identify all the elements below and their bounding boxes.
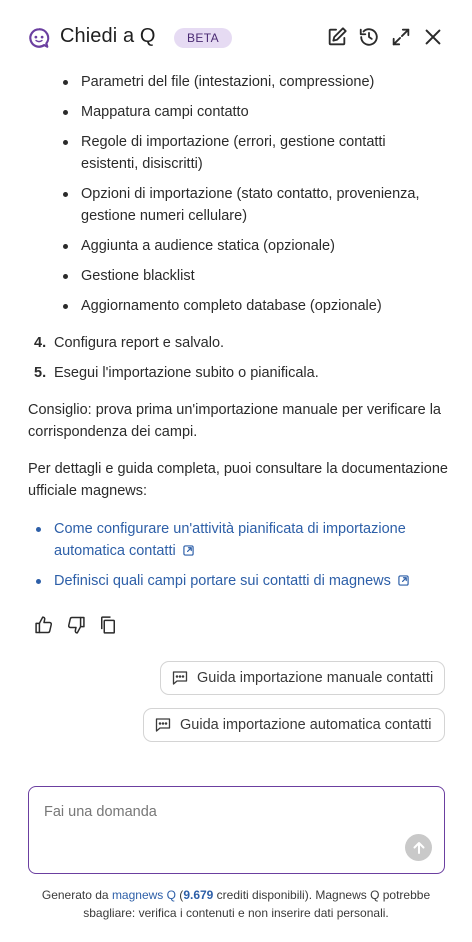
- chat-header: Chiedi a Q BETA: [0, 0, 472, 70]
- copy-button[interactable]: [98, 615, 118, 635]
- question-input[interactable]: [44, 804, 414, 844]
- list-item: Aggiunta a audience statica (opzionale): [81, 238, 335, 254]
- docs-intro-text: Per dettagli e guida completa, puoi cons…: [28, 461, 448, 499]
- chat-bubble-icon: [155, 718, 171, 732]
- external-link-icon: [183, 545, 194, 556]
- new-chat-icon: [328, 27, 347, 46]
- doc-link-automatic-import[interactable]: Come configurare un'attività pianificata…: [54, 518, 434, 562]
- tip-text: Consiglio: prova prima un'importazione m…: [28, 402, 441, 440]
- close-button[interactable]: [422, 26, 444, 48]
- arrow-up-icon: [413, 841, 424, 854]
- thumbs-down-button[interactable]: [66, 615, 86, 635]
- doc-link-label: Definisci quali campi portare sui contat…: [54, 573, 391, 589]
- question-input-box[interactable]: [28, 786, 445, 874]
- step-item: 4. Configura report e salvalo.: [34, 332, 224, 354]
- send-button[interactable]: [405, 834, 432, 861]
- chat-bubble-icon: [172, 671, 188, 685]
- footer-prefix: Generato da: [41, 888, 112, 902]
- new-chat-button[interactable]: [326, 26, 348, 48]
- list-item: Aggiornamento completo database (opziona…: [81, 298, 382, 314]
- beta-badge: BETA: [174, 28, 233, 48]
- credits-count: 9.679: [183, 888, 214, 902]
- step-text: Configura report e salvalo.: [54, 335, 225, 351]
- close-icon: [425, 29, 441, 45]
- doc-link-label: Come configurare un'attività pianificata…: [54, 521, 406, 559]
- suggestion-label: Guida importazione manuale contatti: [197, 670, 434, 686]
- footer-disclaimer: Generato da magnews Q (9.679 crediti dis…: [18, 886, 454, 922]
- list-item: Opzioni di importazione (stato contatto,…: [81, 186, 420, 224]
- expand-icon: [392, 28, 410, 46]
- step-item: 5. Esegui l'importazione subito o pianifi…: [34, 362, 319, 384]
- list-item: Mappatura campi contatto: [81, 104, 249, 120]
- suggestion-label: Guida importazione automatica contatti: [180, 717, 432, 733]
- expand-button[interactable]: [390, 26, 412, 48]
- thumbs-down-icon: [67, 616, 85, 634]
- step-text: Esegui l'importazione subito o pianifica…: [54, 365, 319, 381]
- history-button[interactable]: [358, 26, 380, 48]
- step-number: 5.: [34, 365, 47, 381]
- list-item: Regole di importazione (errori, gestione…: [81, 134, 386, 172]
- suggestion-manual-import[interactable]: Guida importazione manuale contatti: [160, 661, 445, 695]
- step-number: 4.: [34, 335, 47, 351]
- history-icon: [359, 28, 378, 46]
- q-logo-icon: [29, 28, 50, 48]
- brand-link[interactable]: magnews Q: [112, 888, 176, 902]
- thumbs-up-icon: [35, 616, 53, 634]
- doc-link-contact-fields[interactable]: Definisci quali campi portare sui contat…: [54, 570, 434, 592]
- list-item: Gestione blacklist: [81, 268, 195, 284]
- app-title: Chiedi a Q: [60, 25, 156, 47]
- copy-icon: [101, 616, 115, 634]
- chat-messages[interactable]: Parametri del file (intestazioni, compre…: [0, 70, 472, 776]
- external-link-icon: [398, 575, 409, 586]
- list-item: Parametri del file (intestazioni, compre…: [81, 74, 375, 90]
- suggestion-automatic-import[interactable]: Guida importazione automatica contatti: [143, 708, 445, 742]
- thumbs-up-button[interactable]: [34, 615, 54, 635]
